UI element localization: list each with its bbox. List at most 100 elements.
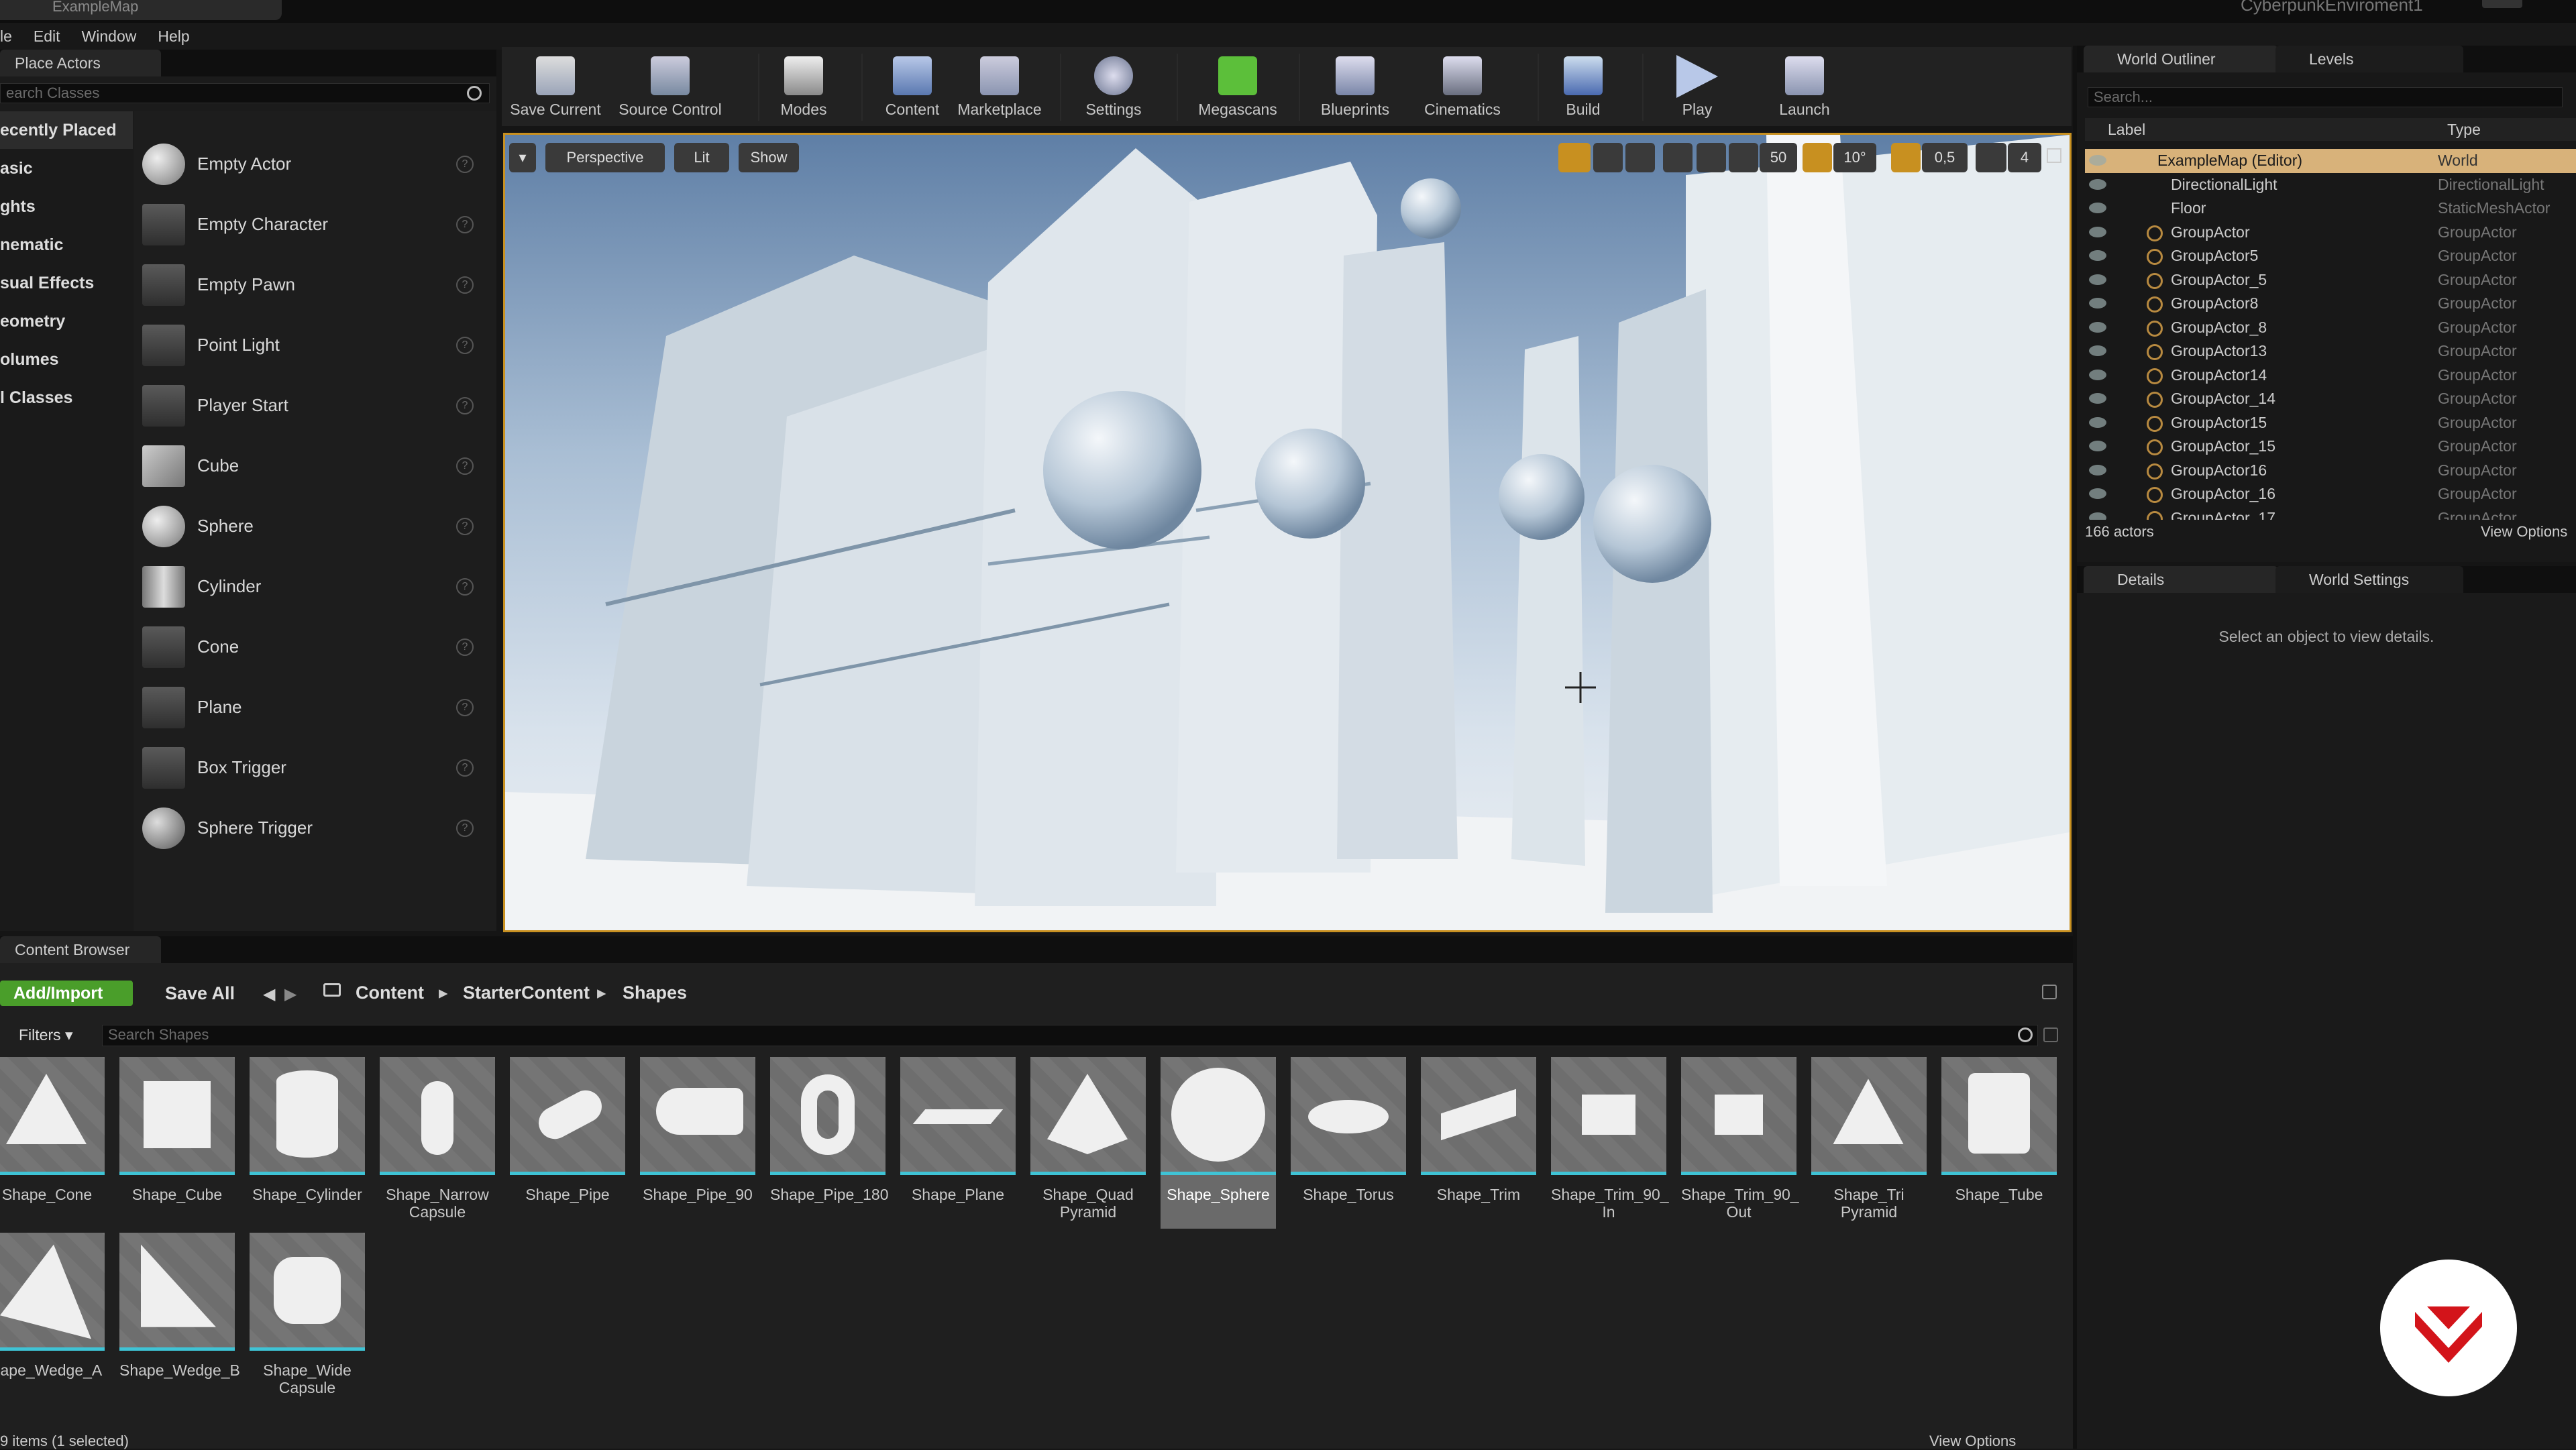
- actor-point-light[interactable]: Point Light?: [142, 315, 491, 374]
- outliner-row[interactable]: GroupActor8 GroupActor: [2085, 292, 2576, 316]
- category-basic[interactable]: asic: [0, 150, 133, 187]
- category-geometry[interactable]: eometry: [0, 302, 133, 340]
- asset-tile[interactable]: Shape_Tri Pyramid: [1811, 1057, 1927, 1221]
- help-icon[interactable]: ?: [456, 578, 474, 596]
- outliner-row[interactable]: GroupActor_17 GroupActor: [2085, 506, 2576, 520]
- eye-icon[interactable]: [2089, 178, 2106, 190]
- outliner-row[interactable]: GroupActor13 GroupActor: [2085, 339, 2576, 364]
- translate-icon[interactable]: [1558, 143, 1591, 172]
- asset-tile[interactable]: Shape_Pipe_180: [770, 1057, 889, 1203]
- help-icon[interactable]: ?: [456, 457, 474, 475]
- launch-button[interactable]: Launch: [1764, 50, 1845, 122]
- cinematics-button[interactable]: Cinematics: [1415, 50, 1509, 122]
- eye-icon[interactable]: [2089, 512, 2106, 520]
- outliner-row[interactable]: GroupActor_15 GroupActor: [2085, 435, 2576, 459]
- category-lights[interactable]: ghts: [0, 188, 133, 225]
- breadcrumb-shapes[interactable]: Shapes: [623, 981, 687, 1005]
- eye-icon[interactable]: [2089, 441, 2106, 451]
- actor-cone[interactable]: Cone?: [142, 617, 491, 676]
- eye-icon[interactable]: [2089, 250, 2106, 261]
- category-all-classes[interactable]: l Classes: [0, 379, 133, 416]
- save-search-icon[interactable]: [2043, 1027, 2058, 1042]
- menu-file[interactable]: le: [0, 27, 12, 46]
- eye-icon[interactable]: [2089, 369, 2106, 380]
- outliner-row[interactable]: GroupActor14 GroupActor: [2085, 364, 2576, 388]
- perspective-button[interactable]: Perspective: [545, 143, 665, 172]
- megascans-button[interactable]: Megascans: [1187, 50, 1288, 122]
- eye-icon[interactable]: [2089, 298, 2106, 309]
- asset-tile[interactable]: Shape_Trim_90_ Out: [1681, 1057, 1799, 1221]
- search-icon[interactable]: [2018, 1027, 2033, 1042]
- save-all-button[interactable]: Save All: [144, 981, 235, 1006]
- lit-button[interactable]: Lit: [674, 143, 729, 172]
- panel-splitter[interactable]: [2073, 46, 2077, 1449]
- menu-window[interactable]: Window: [82, 27, 137, 46]
- show-button[interactable]: Show: [739, 143, 799, 172]
- lock-icon[interactable]: [2042, 985, 2057, 999]
- content-button[interactable]: Content: [872, 50, 953, 122]
- help-icon[interactable]: ?: [456, 638, 474, 656]
- asset-tile[interactable]: Shape_Cone: [0, 1057, 105, 1203]
- rotate-icon[interactable]: [1593, 143, 1623, 172]
- actor-empty-character[interactable]: Empty Character?: [142, 194, 491, 254]
- actor-empty-actor[interactable]: Empty Actor?: [142, 134, 491, 193]
- source-control-button[interactable]: Source Control: [613, 50, 727, 122]
- actor-cube[interactable]: Cube?: [142, 436, 491, 495]
- outliner-row[interactable]: GroupActor_14 GroupActor: [2085, 387, 2576, 411]
- outliner-row[interactable]: GroupActor5 GroupActor: [2085, 244, 2576, 268]
- asset-tile[interactable]: Shape_Quad Pyramid: [1030, 1057, 1146, 1221]
- eye-icon[interactable]: [2089, 321, 2106, 333]
- actor-player-start[interactable]: Player Start?: [142, 376, 491, 435]
- label-column-header[interactable]: Label: [2108, 118, 2145, 141]
- level-viewport[interactable]: ▾ Perspective Lit Show 50 10° 0,5 4: [503, 133, 2072, 932]
- outliner-search-input[interactable]: Search...: [2088, 87, 2563, 107]
- tab-world-outliner[interactable]: World Outliner: [2084, 46, 2278, 72]
- help-icon[interactable]: ?: [456, 156, 474, 173]
- category-visual-effects[interactable]: sual Effects: [0, 264, 133, 302]
- marketplace-button[interactable]: Marketplace: [953, 50, 1046, 122]
- eye-icon[interactable]: [2089, 274, 2106, 285]
- class-search-input[interactable]: earch Classes: [0, 83, 490, 103]
- actor-sphere-trigger[interactable]: Sphere Trigger?: [142, 798, 491, 857]
- asset-tile[interactable]: Shape_Trim_90_ In: [1551, 1057, 1669, 1221]
- outliner-row[interactable]: GroupActor16 GroupActor: [2085, 459, 2576, 483]
- asset-tile[interactable]: Shape_Sphere: [1161, 1057, 1276, 1229]
- settings-button[interactable]: Settings: [1073, 50, 1154, 122]
- surface-snap-icon[interactable]: [1697, 143, 1726, 172]
- eye-icon[interactable]: [2089, 464, 2106, 476]
- category-recently-placed[interactable]: ecently Placed: [0, 111, 133, 149]
- grid-snap-icon[interactable]: [1729, 143, 1758, 172]
- outliner-row[interactable]: GroupActor15 GroupActor: [2085, 411, 2576, 435]
- play-button[interactable]: Play: [1664, 50, 1731, 122]
- tab-world-settings[interactable]: World Settings: [2275, 566, 2463, 593]
- viewport-options-button[interactable]: ▾: [509, 143, 536, 172]
- eye-icon[interactable]: [2089, 155, 2106, 166]
- back-arrow-icon[interactable]: ◀: [263, 985, 275, 1004]
- save-current-button[interactable]: Save Current: [508, 50, 602, 122]
- outliner-view-options[interactable]: View Options: [2481, 523, 2567, 541]
- eye-icon[interactable]: [2089, 203, 2106, 213]
- actor-plane[interactable]: Plane?: [142, 677, 491, 736]
- menu-edit[interactable]: Edit: [34, 27, 60, 46]
- add-import-button[interactable]: Add/Import: [0, 981, 133, 1006]
- menu-help[interactable]: Help: [158, 27, 189, 46]
- content-browser-view-options[interactable]: View Options: [1929, 1433, 2016, 1450]
- asset-tile[interactable]: Shape_Cube: [119, 1057, 235, 1203]
- breadcrumb-startercontent[interactable]: StarterContent: [463, 981, 590, 1005]
- eye-icon[interactable]: [2089, 416, 2106, 428]
- tab-details[interactable]: Details: [2084, 566, 2278, 593]
- camera-speed-value[interactable]: 4: [2008, 143, 2041, 172]
- type-column-header[interactable]: Type: [2447, 118, 2481, 141]
- eye-icon[interactable]: [2089, 226, 2106, 237]
- world-space-icon[interactable]: [1663, 143, 1693, 172]
- outliner-row[interactable]: GroupActor GroupActor: [2085, 221, 2576, 245]
- asset-tile[interactable]: Shape_Pipe_90: [640, 1057, 755, 1203]
- actor-empty-pawn[interactable]: Empty Pawn?: [142, 255, 491, 314]
- help-icon[interactable]: ?: [456, 216, 474, 233]
- tab-content-browser[interactable]: Content Browser: [0, 936, 161, 963]
- help-icon[interactable]: ?: [456, 759, 474, 777]
- actor-cylinder[interactable]: Cylinder?: [142, 557, 491, 616]
- grid-snap-value[interactable]: 50: [1760, 143, 1797, 172]
- breadcrumb-content[interactable]: Content: [356, 981, 424, 1005]
- help-icon[interactable]: ?: [456, 337, 474, 354]
